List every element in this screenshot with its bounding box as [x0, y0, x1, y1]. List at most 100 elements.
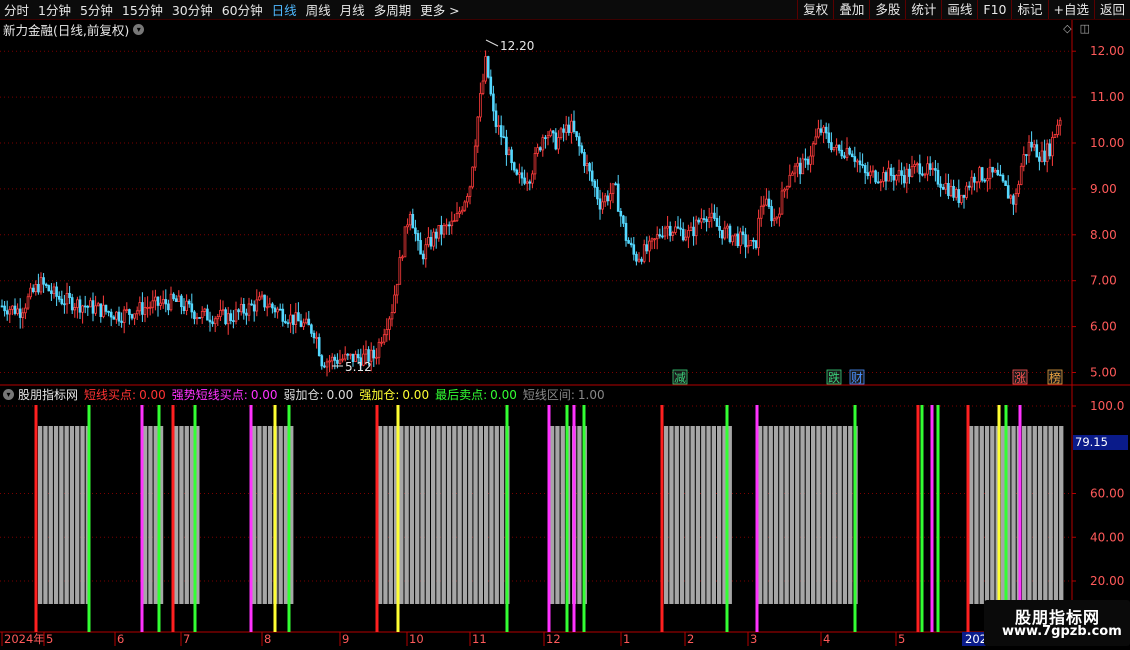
candle-body [169, 293, 173, 311]
candle-body [671, 232, 675, 236]
candle-body [206, 308, 209, 321]
toolbar-button[interactable]: 统计 [905, 0, 941, 19]
candle-body [273, 307, 277, 313]
signal-line [997, 405, 1001, 632]
watermark-url: www.7gpzb.com [1002, 624, 1122, 639]
candle-body [637, 258, 641, 262]
toolbar-button[interactable]: 标记 [1011, 0, 1047, 19]
candle-body [827, 132, 831, 143]
candle-body [1045, 143, 1049, 162]
period-tab[interactable]: 日线 [272, 0, 297, 19]
range-bar [832, 426, 837, 604]
candle-body [255, 299, 259, 312]
candle-body [715, 218, 719, 227]
candle-body [978, 167, 981, 183]
range-bar [784, 426, 789, 604]
candle-body [167, 303, 170, 311]
period-tab[interactable]: 周线 [306, 0, 331, 19]
stock-chart[interactable]: 12.0011.0010.009.008.007.006.005.0012.20… [0, 0, 1130, 650]
signal-line [505, 405, 509, 632]
candle-body [515, 169, 519, 175]
chart-controls: ◇ ◫ [1063, 22, 1090, 35]
period-tab[interactable]: 60分钟 [222, 0, 263, 19]
candle-body [174, 298, 178, 302]
window-toggle-icon[interactable]: ◫ [1080, 22, 1090, 35]
candle-body [975, 181, 979, 184]
candle-body [161, 299, 165, 304]
range-bar [1022, 426, 1027, 604]
range-bar [436, 426, 441, 604]
candle-body [603, 195, 607, 203]
candle-body [198, 317, 201, 319]
candle-body [788, 174, 792, 187]
toolbar-button[interactable]: +自选 [1047, 0, 1094, 19]
candle-body [999, 174, 1002, 177]
candle-body [393, 294, 396, 313]
signal-line [916, 405, 920, 632]
candle-body [1014, 193, 1018, 205]
candle-body [606, 195, 610, 202]
candle-body [934, 168, 937, 171]
candle-body [653, 238, 656, 241]
candle-body [466, 196, 469, 203]
candle-body [874, 170, 877, 183]
candle-body [775, 216, 779, 220]
legend-label: 强势短线买点: [171, 387, 248, 402]
period-tab[interactable]: 更多 > [420, 0, 459, 19]
toolbar-button[interactable]: F10 [977, 0, 1011, 19]
toolbar-button[interactable]: 画线 [941, 0, 977, 19]
price-tick-label: 9.00 [1090, 182, 1117, 196]
candle-body [949, 185, 953, 196]
candle-body [107, 310, 110, 313]
candle-body [434, 231, 438, 239]
candle-body [965, 185, 968, 198]
candle-body [216, 316, 220, 320]
chevron-down-icon[interactable]: ▾ [3, 388, 14, 400]
short-range-blocks [38, 426, 1064, 604]
top-toolbar: 分时 1分钟 5分钟 15分钟 30分钟 60分钟 日线 周线 月线 多周期 更多 > 复权 叠加 多股… [0, 0, 1130, 20]
candle-body [458, 211, 461, 214]
candle-body [986, 178, 989, 182]
legend-value: 0.00 [250, 387, 278, 402]
period-tab[interactable]: 30分钟 [172, 0, 213, 19]
toolbar-button[interactable]: 叠加 [833, 0, 869, 19]
signal-line [249, 405, 253, 632]
chevron-down-icon[interactable]: ▾ [133, 23, 145, 35]
candle-body [31, 287, 35, 293]
candle-body [34, 283, 38, 293]
candle-body [702, 218, 706, 220]
period-tab[interactable]: 5分钟 [80, 0, 113, 19]
candle-body [796, 162, 799, 167]
period-tab[interactable]: 月线 [340, 0, 365, 19]
candle-body [112, 316, 116, 320]
period-tab[interactable]: 15分钟 [122, 0, 163, 19]
candle-body [299, 320, 303, 327]
candle-body [663, 227, 667, 237]
candle-body [572, 120, 576, 132]
candle-body [83, 305, 87, 308]
candle-body [876, 181, 880, 184]
toolbar-button[interactable]: 复权 [797, 0, 833, 19]
period-tab[interactable]: 分时 [4, 0, 29, 19]
candle-body [42, 277, 45, 285]
candle-body [258, 296, 261, 301]
candle-body [931, 168, 935, 170]
candle-body [330, 356, 334, 362]
toolbar-button[interactable]: 多股 [869, 0, 905, 19]
period-tabs: 分时 1分钟 5分钟 15分钟 30分钟 60分钟 日线 周线 月线 多周期 更多 > [4, 0, 469, 19]
candle-body [869, 171, 872, 177]
diamond-icon[interactable]: ◇ [1063, 22, 1071, 35]
legend-value: 0.00 [139, 387, 166, 402]
signal-line [34, 405, 38, 632]
candle-body [120, 320, 123, 323]
candle-body [213, 318, 217, 325]
period-tab[interactable]: 1分钟 [38, 0, 71, 19]
candle-body [447, 224, 451, 227]
range-bar [489, 426, 494, 604]
candle-body [939, 183, 942, 188]
period-tab[interactable]: 多周期 [374, 0, 412, 19]
candle-body [406, 224, 409, 228]
candle-body [645, 244, 649, 252]
toolbar-button[interactable]: 返回 [1093, 0, 1130, 19]
candle-body [962, 194, 966, 198]
